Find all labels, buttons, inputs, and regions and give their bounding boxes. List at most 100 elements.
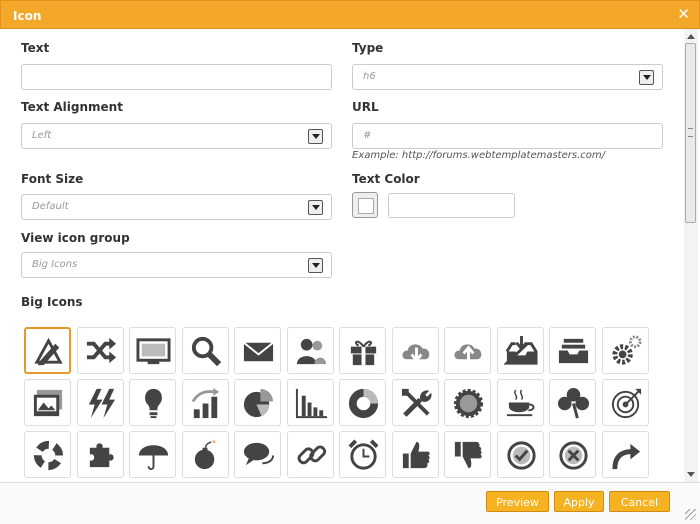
font-size-select[interactable]: Default xyxy=(21,194,332,220)
lifebuoy-icon xyxy=(33,440,64,471)
lightbulb-icon xyxy=(145,388,162,419)
view-group-select[interactable]: Big Icons xyxy=(21,252,332,278)
font-size-selected-value: Default xyxy=(32,201,69,212)
text-color-label: Text Color xyxy=(352,172,420,186)
pie-chart-icon xyxy=(243,388,274,418)
coffee-icon xyxy=(506,389,535,417)
link-icon xyxy=(297,445,327,465)
icon-option[interactable] xyxy=(182,379,229,426)
icon-option[interactable] xyxy=(392,379,439,426)
preview-button[interactable]: Preview xyxy=(486,491,549,512)
scroll-up-icon[interactable] xyxy=(687,34,695,39)
icon-option[interactable] xyxy=(287,431,334,478)
check-circle-icon xyxy=(507,441,536,470)
speech-bubbles-icon xyxy=(243,442,275,466)
monitor-icon xyxy=(136,338,171,365)
inbox-tray-icon xyxy=(558,338,589,364)
icon-option[interactable] xyxy=(392,327,439,374)
type-selected-value: h6 xyxy=(363,71,376,82)
icon-option[interactable] xyxy=(549,431,596,478)
dialog-title: Icon xyxy=(13,9,42,23)
chevron-down-icon[interactable] xyxy=(639,70,654,85)
chevron-down-icon[interactable] xyxy=(308,200,323,215)
icon-option[interactable] xyxy=(234,431,281,478)
icon-option[interactable] xyxy=(287,379,334,426)
resize-grip[interactable] xyxy=(685,509,696,520)
dialog-content: Text Type h6 Text Alignment Left URL # E… xyxy=(0,29,684,482)
icon-option[interactable] xyxy=(129,327,176,374)
icon-option[interactable] xyxy=(182,431,229,478)
dialog-title-bar[interactable]: Icon ✕ xyxy=(0,0,700,29)
pencil-ruler-icon xyxy=(34,337,63,366)
scroll-thumb[interactable] xyxy=(685,43,696,223)
donut-chart-icon xyxy=(348,388,379,419)
cancel-button[interactable]: Cancel xyxy=(609,491,670,512)
icon-option[interactable] xyxy=(24,431,71,478)
clover-icon xyxy=(557,387,590,419)
icon-option[interactable] xyxy=(602,379,649,426)
alignment-selected-value: Left xyxy=(32,130,52,141)
close-icon[interactable]: ✕ xyxy=(677,7,690,22)
bar-chart-icon xyxy=(295,388,328,419)
icon-option[interactable] xyxy=(24,327,71,374)
url-label: URL xyxy=(352,100,379,114)
view-group-selected-value: Big Icons xyxy=(32,259,78,270)
icon-option[interactable] xyxy=(129,379,176,426)
view-group-label: View icon group xyxy=(21,231,130,245)
cancel-circle-icon xyxy=(559,441,588,470)
icon-option[interactable] xyxy=(182,327,229,374)
chevron-down-icon[interactable] xyxy=(308,129,323,144)
users-icon xyxy=(296,338,327,365)
icon-option[interactable] xyxy=(339,431,386,478)
icon-option[interactable] xyxy=(234,379,281,426)
umbrella-icon xyxy=(138,445,169,471)
icon-option[interactable] xyxy=(77,431,124,478)
type-label: Type xyxy=(352,41,384,55)
icon-option[interactable] xyxy=(129,431,176,478)
apply-button[interactable]: Apply xyxy=(554,491,604,512)
bomb-icon xyxy=(194,438,217,470)
icon-option[interactable] xyxy=(444,431,491,478)
icon-option[interactable] xyxy=(77,379,124,426)
icon-option[interactable] xyxy=(602,327,649,374)
thumbs-up-icon xyxy=(402,441,430,469)
text-color-input[interactable] xyxy=(388,193,515,218)
icon-option[interactable] xyxy=(549,379,596,426)
icon-option[interactable] xyxy=(444,379,491,426)
cloud-download-icon xyxy=(402,344,430,363)
magnifier-icon xyxy=(191,336,222,367)
bar-growth-icon xyxy=(191,387,220,419)
scroll-down-icon[interactable] xyxy=(687,472,695,477)
tools-icon xyxy=(401,388,432,417)
type-select[interactable]: h6 xyxy=(352,64,663,90)
icon-option[interactable] xyxy=(497,327,544,374)
inbox-download-icon xyxy=(504,335,538,365)
icon-option[interactable] xyxy=(234,327,281,374)
icon-option[interactable] xyxy=(339,379,386,426)
lightning-icon xyxy=(88,388,116,419)
text-input[interactable] xyxy=(21,64,332,90)
text-label: Text xyxy=(21,41,50,55)
pictures-icon xyxy=(33,389,63,417)
icon-option[interactable] xyxy=(392,431,439,478)
envelope-icon xyxy=(243,341,274,362)
icon-option[interactable] xyxy=(287,327,334,374)
color-swatch[interactable] xyxy=(352,192,378,218)
dialog-footer: Preview Apply Cancel xyxy=(0,482,700,524)
icon-option[interactable] xyxy=(24,379,71,426)
icon-option[interactable] xyxy=(602,431,649,478)
vertical-scrollbar[interactable] xyxy=(684,29,698,482)
url-example: Example: http://forums.webtemplatemaster… xyxy=(352,150,605,161)
thumbs-down-icon xyxy=(454,441,482,469)
puzzle-icon xyxy=(89,443,114,468)
icon-option[interactable] xyxy=(339,327,386,374)
alignment-select[interactable]: Left xyxy=(21,123,332,149)
url-input[interactable]: # xyxy=(352,123,663,149)
icon-option[interactable] xyxy=(77,327,124,374)
chevron-down-icon[interactable] xyxy=(308,258,323,273)
icon-option[interactable] xyxy=(497,431,544,478)
icon-option[interactable] xyxy=(444,327,491,374)
icon-option[interactable] xyxy=(497,379,544,426)
icon-option[interactable] xyxy=(549,327,596,374)
font-size-label: Font Size xyxy=(21,172,84,186)
